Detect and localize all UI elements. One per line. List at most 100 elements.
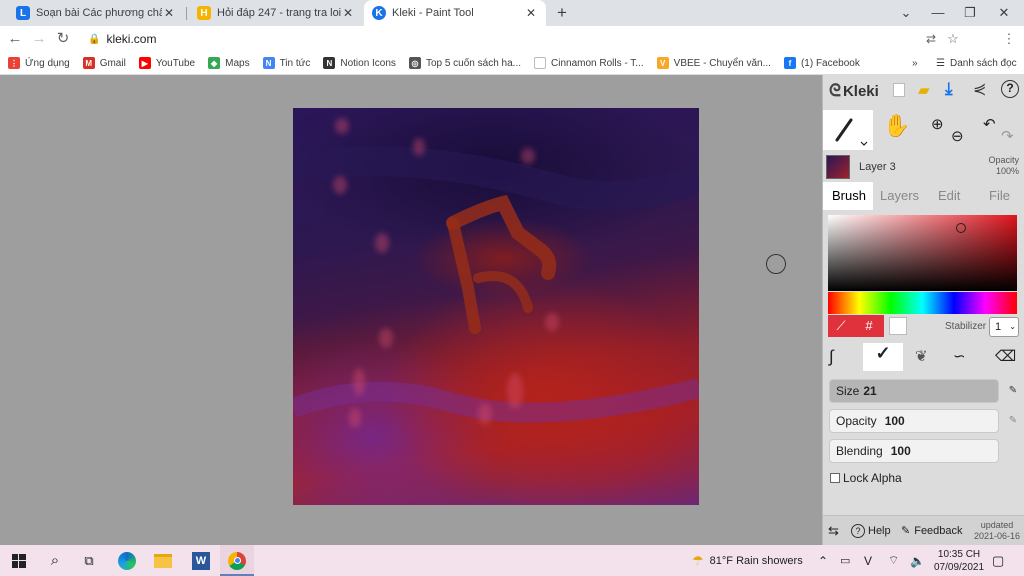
close-icon[interactable]: ✕ (162, 6, 176, 20)
help-circle-icon[interactable]: ? (1001, 80, 1019, 98)
bookmark-item[interactable]: ◎ Top 5 cuốn sách ha... (408, 57, 521, 69)
translate-icon[interactable]: ⇄ (920, 28, 942, 50)
address-bar[interactable]: 🔒 kleki.com (80, 29, 920, 49)
hand-tool-icon[interactable]: ✋ (883, 113, 910, 139)
zoom-in-icon[interactable]: ⊕ (931, 115, 944, 133)
sketchy-brush-icon[interactable]: ∫ (829, 347, 834, 367)
bookmark-label: Ứng dụng (25, 57, 70, 69)
glow-spot (521, 148, 535, 164)
secondary-color-swatch[interactable] (889, 317, 907, 335)
bookmark-item[interactable]: N Tin tức (262, 57, 310, 69)
kleki-side-panel: ᘓ Kleki ▰ ⤓ ⋞ ? ✋ ⊕ ⊖ ↶ ↷ Layer 3 Opacit… (822, 75, 1024, 545)
file-explorer-icon[interactable] (146, 545, 180, 576)
reading-list-button[interactable]: ☰ Danh sách đọc (936, 58, 1017, 69)
tab-brush[interactable]: Brush (832, 188, 866, 203)
lock-alpha-option[interactable]: Lock Alpha (830, 471, 902, 485)
tab-title: Soạn bài Các phương châm hội thoại (36, 7, 162, 19)
hue-slider[interactable] (828, 292, 1017, 314)
swap-side-icon[interactable]: ⇆ (828, 523, 839, 539)
restore-icon[interactable]: ❐ (956, 2, 984, 24)
layer-opacity: Opacity 100% (979, 155, 1019, 177)
tab-hoi-dap[interactable]: H Hỏi đáp 247 - trang tra loi ✕ (189, 0, 363, 26)
undo-icon[interactable]: ↶ (983, 115, 996, 133)
glow-spot (375, 233, 389, 253)
glow-spot (413, 138, 425, 156)
blending-slider[interactable]: Blending 100 (829, 439, 999, 463)
bookmark-item[interactable]: f (1) Facebook (783, 57, 860, 69)
paint-canvas[interactable] (293, 108, 699, 505)
new-image-icon[interactable] (893, 83, 905, 97)
eraser-icon[interactable]: ⌫ (995, 347, 1016, 365)
bookmark-item[interactable]: M Gmail (82, 57, 126, 69)
news-icon: N (262, 57, 275, 69)
tab-file[interactable]: File (989, 188, 1010, 203)
search-icon[interactable]: ⌕ (38, 545, 72, 576)
more-menu-icon[interactable]: ⋮ (998, 28, 1020, 50)
color-picker-handle[interactable] (956, 223, 966, 233)
close-icon[interactable]: ✕ (341, 6, 355, 20)
battery-icon[interactable]: ▭ (840, 545, 850, 576)
notifications-icon[interactable]: ▢ (992, 545, 1004, 576)
bookmark-item[interactable]: Cinnamon Rolls - T... (534, 57, 644, 69)
bookmark-item[interactable]: V VBEE - Chuyển văn... (656, 57, 771, 69)
brush-tool-button[interactable] (823, 110, 873, 150)
windows-start-icon[interactable] (2, 545, 36, 576)
tab-layers[interactable]: Layers (880, 188, 919, 203)
open-folder-icon[interactable]: ▰ (918, 81, 930, 99)
glow-spot (379, 328, 393, 348)
lock-alpha-checkbox[interactable] (830, 473, 840, 483)
bookmark-label: (1) Facebook (800, 57, 860, 69)
pen-pressure-icon[interactable]: ✎ (1007, 385, 1019, 397)
help-button[interactable]: ? Help (851, 524, 891, 538)
share-icon[interactable]: ⋞ (973, 79, 986, 99)
bookmark-item[interactable]: ⋮ Ứng dụng (8, 57, 70, 69)
eyedropper-icon[interactable]: ⟋ (828, 315, 854, 337)
edge-icon[interactable] (110, 545, 144, 576)
hex-input-button[interactable]: # (854, 315, 884, 337)
reload-icon[interactable]: ↻ (52, 28, 74, 50)
facebook-icon: f (783, 57, 796, 69)
show-hidden-icons-icon[interactable]: ⌃ (818, 545, 828, 576)
bookmark-item[interactable]: ◆ Maps (208, 57, 250, 69)
redo-icon[interactable]: ↷ (1001, 127, 1014, 145)
tab-search-icon[interactable]: ⌄ (892, 2, 920, 24)
bookmark-item[interactable]: ▶ YouTube (138, 57, 195, 69)
stabilizer-select[interactable]: 1 ⌄ (989, 317, 1019, 337)
brush-opacity-slider[interactable]: Opacity 100 (829, 409, 999, 433)
download-icon[interactable]: ⤓ (945, 79, 953, 99)
layer-thumbnail[interactable] (826, 155, 850, 179)
bookmark-star-icon[interactable]: ☆ (942, 28, 964, 50)
back-icon[interactable]: ← (4, 28, 26, 50)
feedback-button[interactable]: ✎ Feedback (901, 524, 963, 538)
tab-soan-bai[interactable]: L Soạn bài Các phương châm hội thoại ✕ (8, 0, 184, 26)
close-icon[interactable]: ✕ (524, 6, 538, 20)
drawing-workspace[interactable] (0, 75, 822, 545)
new-tab-button[interactable]: + (552, 3, 572, 23)
word-icon[interactable]: W (184, 545, 218, 576)
bookmark-item[interactable]: N Notion Icons (323, 57, 396, 69)
chrome-icon[interactable] (220, 545, 254, 576)
tab-kleki[interactable]: K Kleki - Paint Tool ✕ (364, 0, 546, 26)
pen-pressure-icon[interactable]: ✎ (1007, 415, 1019, 427)
brush-icon (835, 118, 868, 146)
smudge-brush-icon[interactable]: ∽ (953, 347, 966, 365)
gmail-icon: M (82, 57, 95, 69)
layer-name: Layer 3 (859, 161, 896, 173)
glow-spot (507, 373, 523, 409)
task-view-icon[interactable]: ⧉ (72, 545, 106, 576)
weather-widget[interactable]: ☂ 81°F Rain showers (692, 545, 803, 576)
color-picker-area[interactable] (828, 215, 1017, 291)
zoom-out-icon[interactable]: ⊖ (951, 127, 964, 145)
clock[interactable]: 10:35 CH 07/09/2021 (934, 545, 984, 576)
tab-edit[interactable]: Edit (938, 188, 960, 203)
bookmarks-overflow-icon[interactable]: » (912, 58, 918, 69)
pen-brush-icon[interactable]: ✓ (863, 343, 903, 371)
forward-icon[interactable]: → (28, 28, 50, 50)
blend-brush-icon[interactable]: ❦ (915, 347, 928, 365)
vpn-icon[interactable]: V (864, 545, 872, 576)
volume-icon[interactable]: 🔈 (910, 545, 925, 576)
wifi-icon[interactable]: ⌔ (888, 545, 899, 576)
close-window-icon[interactable]: ✕ (990, 2, 1018, 24)
minimize-icon[interactable]: — (924, 2, 952, 24)
size-slider[interactable]: Size 21 (829, 379, 999, 403)
